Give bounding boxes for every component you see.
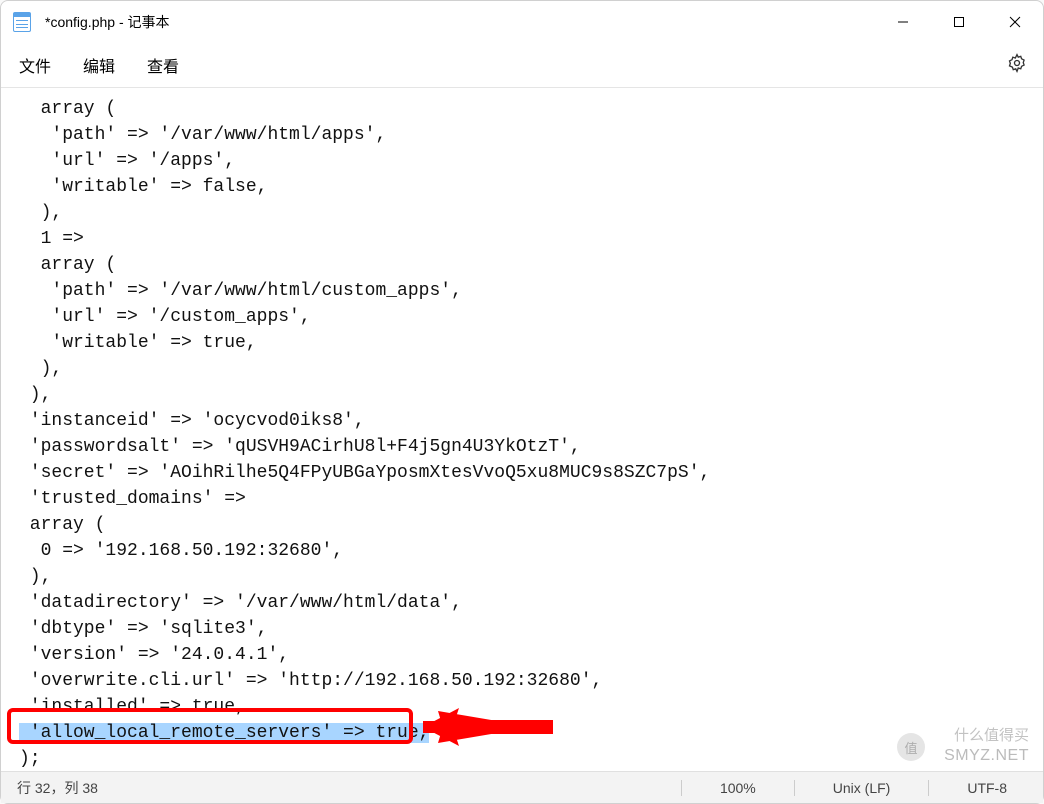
- code-line: 'installed' => true,: [19, 697, 246, 717]
- minimize-button[interactable]: [875, 1, 931, 43]
- code-line: 'url' => '/custom_apps',: [19, 307, 311, 327]
- encoding: UTF-8: [947, 780, 1027, 796]
- code-line: 'trusted_domains' =>: [19, 489, 246, 509]
- line-ending-mode: Unix (LF): [813, 780, 911, 796]
- code-line: 'writable' => false,: [19, 177, 267, 197]
- code-line: 'version' => '24.0.4.1',: [19, 645, 289, 665]
- code-line: 'writable' => true,: [19, 333, 257, 353]
- menubar: 文件 编辑 查看: [1, 43, 1043, 87]
- menu-view[interactable]: 查看: [145, 49, 181, 81]
- code-line: ),: [19, 385, 51, 405]
- code-line: 'passwordsalt' => 'qUSVH9ACirhU8l+F4j5gn…: [19, 437, 581, 457]
- watermark-cn: 什么值得买: [954, 724, 1029, 745]
- code-line: 'dbtype' => 'sqlite3',: [19, 619, 267, 639]
- menu-edit[interactable]: 编辑: [81, 49, 117, 81]
- cursor-position: 行 32，列 38: [17, 778, 98, 798]
- code-line: array (: [19, 515, 105, 535]
- code-line: 'overwrite.cli.url' => 'http://192.168.5…: [19, 671, 602, 691]
- highlighted-code-line: 'allow_local_remote_servers' => true,: [19, 723, 429, 743]
- code-line: 'path' => '/var/www/html/apps',: [19, 125, 386, 145]
- code-line: ),: [19, 359, 62, 379]
- code-line: 'url' => '/apps',: [19, 151, 235, 171]
- code-line: array (: [19, 99, 116, 119]
- settings-button[interactable]: [1007, 53, 1027, 78]
- zoom-level: 100%: [700, 780, 776, 796]
- code-line: );: [19, 749, 41, 769]
- notepad-icon: [13, 12, 31, 32]
- code-line: 1 =>: [19, 229, 84, 249]
- titlebar: *config.php - 记事本: [1, 1, 1043, 43]
- code-line: 'instanceid' => 'ocycvod0iks8',: [19, 411, 365, 431]
- close-button[interactable]: [987, 1, 1043, 43]
- window-title: *config.php - 记事本: [45, 12, 170, 32]
- code-line: 'secret' => 'AOihRilhe5Q4FPyUBGaYposmXte…: [19, 463, 710, 483]
- code-line: ),: [19, 567, 51, 587]
- text-editor[interactable]: array ( 'path' => '/var/www/html/apps', …: [1, 87, 1043, 771]
- code-line: 0 => '192.168.50.192:32680',: [19, 541, 343, 561]
- maximize-button[interactable]: [931, 1, 987, 43]
- watermark-en: SMYZ.NET: [944, 747, 1029, 765]
- code-line: array (: [19, 255, 116, 275]
- notepad-window: *config.php - 记事本 文件 编辑 查看 array ( 'path…: [0, 0, 1044, 804]
- window-controls: [875, 1, 1043, 43]
- menu-file[interactable]: 文件: [17, 49, 53, 81]
- code-line: ),: [19, 203, 62, 223]
- watermark-icon: 值: [897, 733, 925, 761]
- code-line: 'path' => '/var/www/html/custom_apps',: [19, 281, 462, 301]
- statusbar: 行 32，列 38 100% Unix (LF) UTF-8: [1, 771, 1043, 803]
- code-line: 'datadirectory' => '/var/www/html/data',: [19, 593, 462, 613]
